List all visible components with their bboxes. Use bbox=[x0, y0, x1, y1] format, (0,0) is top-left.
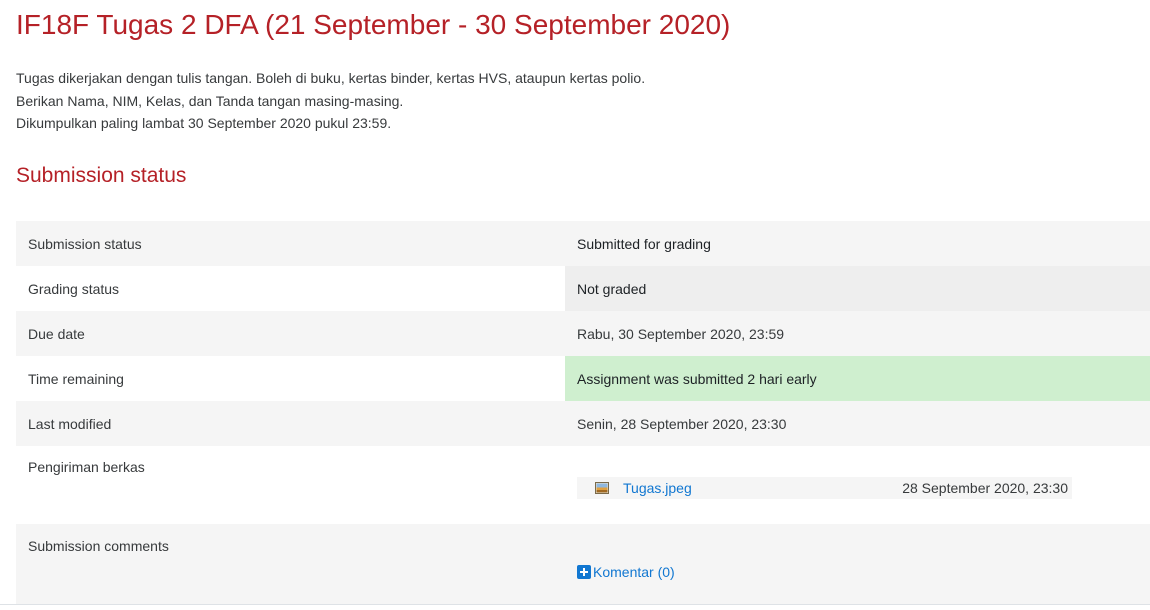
submission-status-value: Submitted for grading bbox=[565, 221, 1150, 266]
intro-line: Berikan Nama, NIM, Kelas, dan Tanda tang… bbox=[16, 92, 404, 109]
due-date-value: Rabu, 30 September 2020, 23:59 bbox=[565, 311, 1150, 356]
file-link[interactable]: Tugas.jpeg bbox=[623, 480, 692, 496]
row-label: Grading status bbox=[16, 266, 565, 311]
divider bbox=[0, 604, 1150, 605]
intro-line: Dikumpulkan paling lambat 30 September 2… bbox=[16, 115, 392, 131]
submission-status-table: Submission status Submitted for grading … bbox=[16, 221, 1150, 604]
submission-comments-value: Komentar (0) bbox=[565, 524, 1150, 604]
comments-link-label: Komentar (0) bbox=[593, 564, 675, 580]
time-remaining-value: Assignment was submitted 2 hari early bbox=[565, 356, 1150, 401]
table-row-due-date: Due date Rabu, 30 September 2020, 23:59 bbox=[16, 311, 1150, 356]
row-label: Last modified bbox=[16, 401, 565, 446]
table-row-submission-status: Submission status Submitted for grading bbox=[16, 221, 1150, 266]
plus-square-icon bbox=[577, 565, 591, 579]
image-file-icon bbox=[595, 481, 609, 495]
submission-status-heading: Submission status bbox=[16, 164, 187, 187]
assignment-intro: Tugas dikerjakan dengan tulis tangan. Bo… bbox=[16, 67, 645, 135]
table-row-file-submissions: Pengiriman berkas Tugas.jpeg 28 Septembe… bbox=[16, 446, 1150, 524]
table-row-submission-comments: Submission comments Komentar (0) bbox=[16, 524, 1150, 604]
row-label: Submission comments bbox=[16, 524, 565, 604]
row-label: Submission status bbox=[16, 221, 565, 266]
grading-status-value: Not graded bbox=[565, 266, 1150, 311]
last-modified-value: Senin, 28 September 2020, 23:30 bbox=[565, 401, 1150, 446]
page-title: IF18F Tugas 2 DFA (21 September - 30 Sep… bbox=[16, 9, 731, 40]
comments-toggle-link[interactable]: Komentar (0) bbox=[577, 564, 675, 580]
file-date: 28 September 2020, 23:30 bbox=[902, 479, 1068, 496]
table-row-time-remaining: Time remaining Assignment was submitted … bbox=[16, 356, 1150, 401]
file-entry: Tugas.jpeg 28 September 2020, 23:30 bbox=[577, 476, 1072, 499]
table-row-last-modified: Last modified Senin, 28 September 2020, … bbox=[16, 401, 1150, 446]
row-label: Pengiriman berkas bbox=[16, 446, 565, 524]
intro-line: Tugas dikerjakan dengan tulis tangan. Bo… bbox=[16, 70, 646, 86]
table-row-grading-status: Grading status Not graded bbox=[16, 266, 1150, 311]
row-label: Time remaining bbox=[16, 356, 565, 401]
row-label: Due date bbox=[16, 311, 565, 356]
file-submissions-value: Tugas.jpeg 28 September 2020, 23:30 bbox=[565, 446, 1150, 524]
